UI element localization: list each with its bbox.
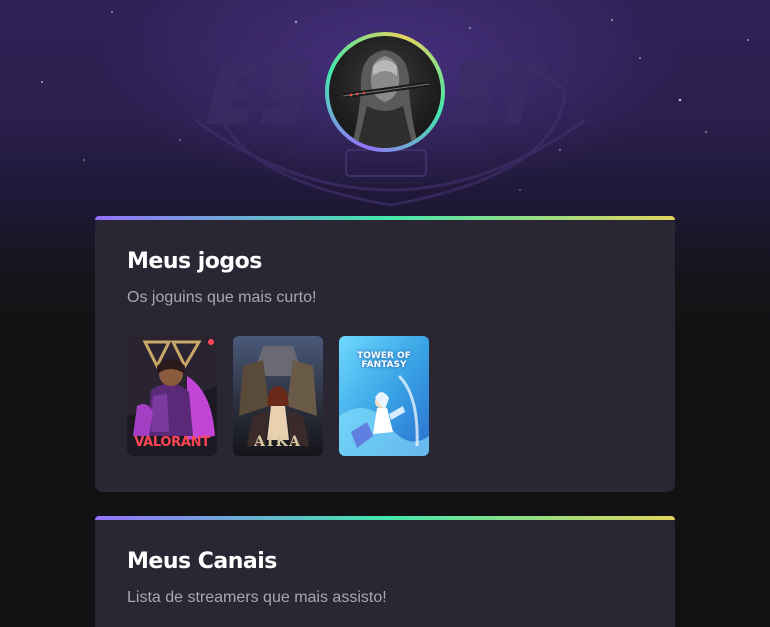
game-card-valorant[interactable]: VALORANT bbox=[127, 336, 217, 456]
aika-logo: AIKA bbox=[254, 434, 302, 450]
avatar[interactable] bbox=[329, 36, 441, 148]
games-title: Meus jogos bbox=[127, 249, 262, 274]
tower-of-fantasy-logo: TOWER OF FANTASY bbox=[357, 351, 411, 370]
games-card: Meus jogos Os joguins que mais curto! VA… bbox=[95, 216, 675, 492]
game-card-tower-of-fantasy[interactable]: TOWER OF FANTASY bbox=[339, 336, 429, 456]
valorant-logo: VALORANT bbox=[134, 435, 210, 450]
games-subtitle: Os joguins que mais curto! bbox=[127, 289, 317, 306]
avatar-image bbox=[342, 50, 430, 148]
page: Meus jogos Os joguins que mais curto! VA… bbox=[0, 0, 770, 627]
channels-title: Meus Canais bbox=[127, 549, 277, 574]
games-list: VALORANT AIKA TOWER OF FANTASY bbox=[127, 336, 643, 456]
game-card-aika[interactable]: AIKA bbox=[233, 336, 323, 456]
channels-subtitle: Lista de streamers que mais assisto! bbox=[127, 589, 387, 606]
channels-card: Meus Canais Lista de streamers que mais … bbox=[95, 516, 675, 627]
avatar-ring bbox=[325, 32, 445, 152]
